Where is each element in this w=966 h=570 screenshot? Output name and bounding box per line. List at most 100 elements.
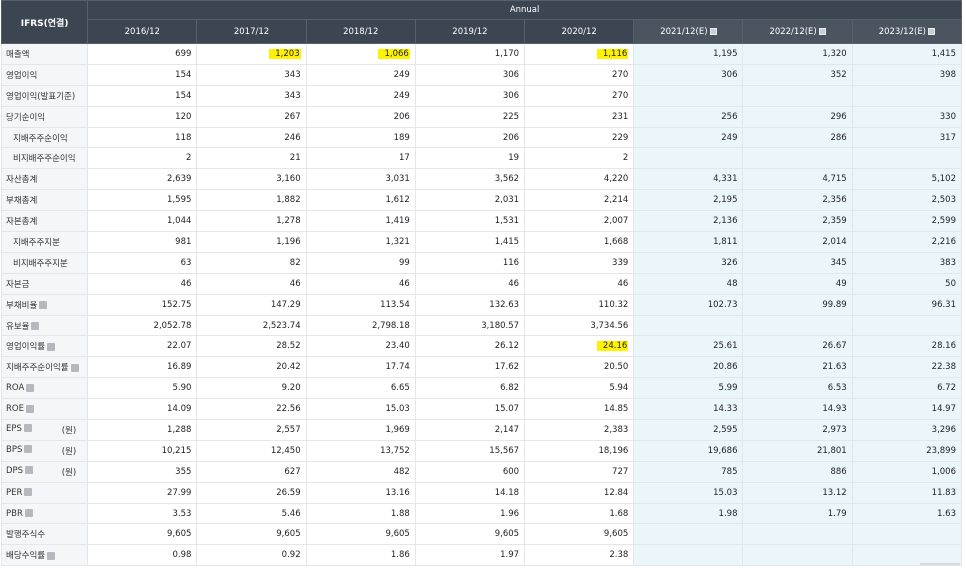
- value-cell: 46: [87, 272, 198, 295]
- row-label: ROA: [0, 377, 89, 400]
- cell-value: 13.12: [822, 487, 847, 498]
- info-icon[interactable]: [24, 445, 33, 454]
- value-cell: 249: [305, 63, 416, 86]
- cell-value: 886: [830, 466, 847, 477]
- cell-value: 99.89: [822, 299, 847, 310]
- value-cell: [633, 314, 744, 337]
- cell-value: 206: [502, 132, 520, 143]
- cell-value: 26.67: [822, 341, 847, 352]
- value-cell: 249: [633, 126, 744, 149]
- value-cell: 20.86: [633, 356, 744, 379]
- value-cell: 1,969: [305, 419, 416, 441]
- value-cell: 6.82: [414, 377, 526, 400]
- info-icon[interactable]: [31, 322, 40, 331]
- cell-value: 3.53: [172, 508, 192, 519]
- cell-value: 46: [508, 278, 520, 289]
- cell-value: 1.88: [390, 508, 410, 519]
- info-icon[interactable]: [24, 488, 33, 497]
- row-label: ROE: [0, 398, 89, 421]
- cell-value: 96.31: [931, 299, 956, 310]
- cell-value: 15.03: [385, 404, 410, 415]
- value-cell: 46: [305, 272, 416, 295]
- cell-value: 5.99: [718, 383, 738, 394]
- table-row: 지배주주지분 981 1,196 1,321 1,415 1,668 1,811 2,014 2…: [0, 231, 963, 253]
- cell-value: 14.85: [603, 404, 629, 415]
- cell-value: 699: [175, 48, 192, 59]
- value-cell: 2,599: [851, 210, 963, 233]
- cell-value: 2,014: [822, 236, 847, 247]
- cell-value: 28.52: [276, 341, 301, 352]
- value-cell: 21,801: [742, 439, 853, 462]
- info-icon[interactable]: [25, 404, 34, 413]
- cell-value: 14.18: [494, 487, 520, 498]
- value-cell: 627: [196, 460, 307, 483]
- row-label: 지배주주지분: [0, 231, 89, 253]
- cell-value: 1.98: [718, 508, 738, 519]
- row-label: 지배주주순이익률: [0, 356, 89, 379]
- row-label-text: 매출액: [6, 49, 30, 60]
- memo-icon[interactable]: [928, 27, 936, 35]
- cell-value: 270: [612, 90, 629, 101]
- value-cell: 96.31: [851, 293, 963, 316]
- row-label: 매출액: [0, 43, 89, 65]
- ifrs-label: IFRS(연결): [0, 0, 89, 44]
- cell-value: 5.46: [281, 508, 301, 519]
- cell-value: 1,321: [385, 236, 410, 247]
- value-cell: 1,811: [633, 231, 744, 253]
- value-cell: 154: [87, 63, 198, 86]
- cell-value: 3,160: [276, 174, 301, 185]
- cell-value: 48: [726, 278, 738, 289]
- cell-value: 1,531: [494, 216, 520, 227]
- value-cell: 1,278: [196, 210, 307, 233]
- cell-value: 6.65: [390, 383, 410, 394]
- value-cell: 2,359: [742, 210, 853, 233]
- info-icon[interactable]: [47, 551, 56, 560]
- cell-value: 296: [830, 111, 847, 122]
- value-cell: [633, 544, 744, 567]
- financial-summary-table: IFRS(연결) Annual 2016/12 2017/12 2018/12 201…: [0, 0, 963, 567]
- cell-value: 1,811: [713, 236, 738, 247]
- memo-icon[interactable]: [818, 27, 826, 35]
- value-cell: 3,562: [414, 168, 526, 191]
- cell-value: 20.86: [713, 362, 738, 373]
- cell-value: 9,605: [494, 529, 520, 540]
- info-icon[interactable]: [39, 301, 48, 310]
- row-label: 부채총계: [0, 189, 89, 212]
- info-icon[interactable]: [26, 383, 35, 392]
- cell-value: 1.97: [500, 550, 520, 561]
- value-cell: [633, 84, 744, 107]
- value-cell: [742, 523, 853, 546]
- value-cell: 1,668: [524, 231, 635, 253]
- value-cell: 5,102: [851, 168, 963, 191]
- cell-value: 189: [393, 132, 410, 143]
- info-icon[interactable]: [70, 363, 79, 372]
- value-cell: 17.62: [414, 356, 526, 379]
- row-label-text: 당기순이익: [6, 112, 46, 123]
- cell-value: 1,882: [276, 195, 301, 206]
- cell-value: 9,605: [167, 529, 192, 540]
- year-header-1: 2017/12: [196, 19, 307, 44]
- table-row: PER 27.99 26.59 13.16 14.18 12.84 15.03 13.12 11…: [0, 481, 963, 504]
- year-label: 2017/12: [233, 26, 270, 37]
- value-cell: 1.68: [524, 502, 635, 525]
- value-cell: [851, 147, 963, 170]
- info-icon[interactable]: [47, 342, 56, 351]
- cell-value: 82: [289, 257, 301, 268]
- memo-icon[interactable]: [709, 27, 717, 35]
- value-cell: 19: [414, 147, 526, 170]
- value-cell: 16.89: [87, 356, 198, 379]
- info-icon[interactable]: [23, 424, 32, 433]
- cell-value: 326: [721, 257, 738, 268]
- value-cell: 0.98: [87, 544, 198, 567]
- value-cell: 15,567: [414, 439, 526, 462]
- info-icon[interactable]: [25, 466, 34, 475]
- table-row: 지배주주순이익 118 246 189 206 229 249 286 317: [0, 126, 963, 149]
- info-icon[interactable]: [24, 509, 33, 518]
- year-label: 2023/12(E): [878, 26, 927, 37]
- value-cell: 1,321: [305, 231, 416, 253]
- table-row: 유보율 2,052.78 2,523.74 2,798.18 3,180.57 3,734…: [0, 314, 963, 337]
- row-label: PBR: [0, 502, 89, 525]
- cell-value: 727: [612, 466, 629, 477]
- value-cell: 113.54: [305, 293, 416, 316]
- row-label: 자본총계: [0, 210, 89, 233]
